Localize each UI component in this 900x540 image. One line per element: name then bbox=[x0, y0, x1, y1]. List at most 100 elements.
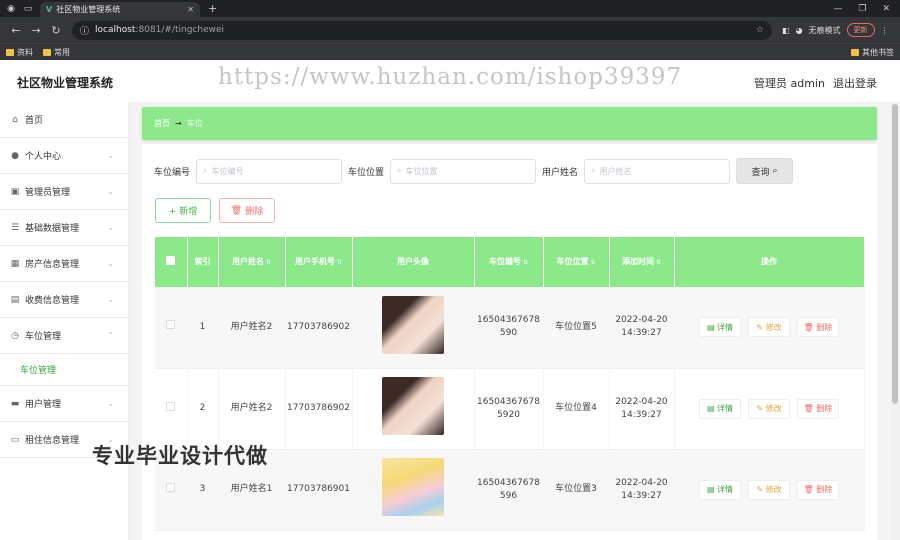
sidebar-item-house[interactable]: ▦ 房产信息管理 ⌄ bbox=[0, 246, 128, 282]
col-header-phone[interactable]: 用户手机号 ⇅ bbox=[285, 237, 353, 287]
sidebar-item-home[interactable]: ⌂ 首页 bbox=[0, 102, 128, 138]
info-icon[interactable]: ⓘ bbox=[80, 24, 89, 37]
sidebar-item-profile[interactable]: ● 个人中心 ⌄ bbox=[0, 138, 128, 174]
update-button[interactable]: 更新 bbox=[846, 23, 875, 37]
browser-tab[interactable]: V 社区物业管理系统 ✕ bbox=[40, 2, 200, 17]
cell-index: 1 bbox=[187, 287, 219, 369]
row-checkbox[interactable] bbox=[166, 401, 176, 411]
cell-phone: 17703786902 bbox=[285, 287, 353, 369]
content-panel: 车位编号 ⌕ 车位编号 车位位置 ⌕ 车位位置 用户姓名 ⌕ 用户姓名 查询 ⌕ + 新… bbox=[142, 144, 877, 540]
chevron-down-icon: ⌄ bbox=[107, 151, 114, 160]
cell-time: 2022-04-20 14:39:27 bbox=[609, 287, 675, 369]
detail-button[interactable]: ▤ 详情 bbox=[699, 398, 741, 419]
col-header-code[interactable]: 车位编号 ⇅ bbox=[474, 237, 544, 287]
main-content: 首页 → 车位 车位编号 ⌕ 车位编号 车位位置 ⌕ 车位位置 用户姓名 ⌕ 用户姓名… bbox=[129, 102, 890, 540]
sidebar-item-basedata[interactable]: ☰ 基础数据管理 ⌄ bbox=[0, 210, 128, 246]
profile-label[interactable]: 无痕模式 bbox=[809, 25, 841, 36]
cell-ops: ▤ 详情 ✎ 修改 🗑 删除 bbox=[674, 287, 865, 369]
row-select-cell[interactable] bbox=[155, 368, 188, 450]
vue-logo-icon: V bbox=[46, 5, 53, 14]
cell-time: 2022-04-20 14:39:27 bbox=[609, 449, 675, 531]
search-input-code[interactable]: ⌕ 车位编号 bbox=[196, 158, 343, 184]
detail-button[interactable]: ▤ 详情 bbox=[699, 317, 741, 338]
delete-button[interactable]: 🗑 删除 bbox=[797, 479, 839, 500]
home-icon: ⌂ bbox=[12, 114, 18, 125]
browser-menu-icon[interactable]: ◉ bbox=[5, 3, 17, 15]
user-avatar-image[interactable] bbox=[382, 458, 444, 516]
col-header-time[interactable]: 添加时间 ⇅ bbox=[609, 237, 675, 287]
detail-button[interactable]: ▤ 详情 bbox=[699, 479, 741, 500]
incognito-icon: ◕ bbox=[795, 25, 803, 35]
back-icon[interactable]: ← bbox=[6, 24, 26, 37]
sidebar-item-parking[interactable]: ◷ 车位管理 ⌃ bbox=[0, 318, 128, 354]
other-bookmarks[interactable]: 其他书签 bbox=[851, 47, 894, 58]
edit-button[interactable]: ✎ 修改 bbox=[748, 479, 790, 500]
table-row: 2 用户姓名2 17703786902 165043676785920 车位位置… bbox=[155, 368, 865, 450]
search-input-position[interactable]: ⌕ 车位位置 bbox=[390, 158, 537, 184]
user-avatar-image[interactable] bbox=[382, 295, 444, 354]
row-checkbox[interactable] bbox=[166, 320, 176, 330]
query-button[interactable]: 查询 ⌕ bbox=[736, 158, 794, 184]
new-tab-icon[interactable]: + bbox=[208, 2, 217, 15]
select-all-cell[interactable] bbox=[155, 237, 188, 287]
search-input-username[interactable]: ⌕ 用户姓名 bbox=[584, 158, 731, 184]
parking-table: 索引 用户姓名 ⇅ 用户手机号 ⇅ 用户头像 车位编号 ⇅ 车位位置 ⇅ 添加时间 ⇅ 操… bbox=[155, 237, 865, 531]
row-checkbox[interactable] bbox=[166, 482, 176, 492]
scrollbar-thumb[interactable] bbox=[892, 104, 898, 404]
browser-more-icon[interactable]: ⋮ bbox=[881, 26, 889, 35]
add-button[interactable]: + 新增 bbox=[155, 198, 211, 223]
url-field[interactable]: ⓘ localhost :8081/#/tingchewei ☆ bbox=[72, 20, 772, 40]
url-path: :8081/#/tingchewei bbox=[135, 25, 224, 35]
sidebar-item-admin[interactable]: ▣ 管理员管理 ⌄ bbox=[0, 174, 128, 210]
sort-icon[interactable]: ⇅ bbox=[523, 259, 528, 266]
minimize-icon[interactable]: — bbox=[833, 4, 842, 14]
cell-position: 车位位置3 bbox=[543, 449, 610, 531]
trash-icon: 🗑 bbox=[230, 205, 243, 216]
sort-icon[interactable]: ⇅ bbox=[656, 259, 661, 266]
delete-button[interactable]: 🗑 删除 bbox=[797, 398, 839, 419]
bookmark-folder-2[interactable]: 常用 bbox=[43, 47, 70, 58]
tab-strip-icon[interactable]: ▭ bbox=[22, 3, 34, 15]
logout-link[interactable]: 退出登录 bbox=[833, 75, 877, 91]
col-header-name[interactable]: 用户姓名 ⇅ bbox=[218, 237, 286, 287]
delete-button[interactable]: 🗑 删除 bbox=[797, 317, 839, 338]
cell-ops: ▤ 详情 ✎ 修改 🗑 删除 bbox=[674, 368, 865, 450]
sort-icon[interactable]: ⇅ bbox=[266, 259, 271, 266]
pencil-icon: ✎ bbox=[756, 404, 764, 413]
breadcrumb-home[interactable]: 首页 bbox=[154, 118, 170, 129]
doc-icon: ▤ bbox=[706, 485, 715, 494]
sidepanel-icon[interactable]: ◧ bbox=[782, 26, 790, 35]
search-form: 车位编号 ⌕ 车位编号 车位位置 ⌕ 车位位置 用户姓名 ⌕ 用户姓名 查询 ⌕ bbox=[154, 158, 794, 184]
bookmarks-bar: 资料 常用 其他书签 bbox=[0, 43, 900, 60]
edit-button[interactable]: ✎ 修改 bbox=[748, 398, 790, 419]
sidebar-subitem-parking[interactable]: 车位管理 bbox=[0, 354, 128, 386]
forward-icon[interactable]: → bbox=[26, 24, 46, 37]
sidebar-item-fees[interactable]: ▤ 收费信息管理 ⌄ bbox=[0, 282, 128, 318]
folder-icon bbox=[43, 48, 51, 56]
reload-icon[interactable]: ↻ bbox=[46, 24, 66, 37]
cell-code: 165043676785920 bbox=[474, 368, 544, 450]
row-select-cell[interactable] bbox=[155, 287, 188, 369]
flag-icon: ▬ bbox=[10, 398, 20, 409]
chevron-down-icon: ⌄ bbox=[107, 295, 114, 304]
bookmark-star-icon[interactable]: ☆ bbox=[756, 25, 764, 35]
sort-icon[interactable]: ⇅ bbox=[337, 259, 342, 266]
close-window-icon[interactable]: ✕ bbox=[882, 4, 890, 14]
maximize-icon[interactable]: ❐ bbox=[858, 4, 866, 14]
sort-icon[interactable]: ⇅ bbox=[590, 259, 595, 266]
bookmark-folder-1[interactable]: 资料 bbox=[6, 47, 33, 58]
search-icon: ⌕ bbox=[203, 166, 208, 175]
user-avatar-image[interactable] bbox=[382, 377, 444, 435]
batch-delete-button[interactable]: 🗑 删除 bbox=[219, 198, 275, 223]
cell-name: 用户姓名2 bbox=[218, 368, 286, 450]
sidebar-item-users[interactable]: ▬ 用户管理 ⌄ bbox=[0, 386, 128, 422]
select-all-checkbox[interactable] bbox=[166, 255, 176, 265]
tab-close-icon[interactable]: ✕ bbox=[187, 5, 194, 14]
col-header-position[interactable]: 车位位置 ⇅ bbox=[543, 237, 610, 287]
cell-position: 车位位置4 bbox=[543, 368, 610, 450]
trash-icon: 🗑 bbox=[803, 322, 814, 332]
table-row: 1 用户姓名2 17703786902 16504367678590 车位位置5… bbox=[155, 287, 865, 369]
edit-button[interactable]: ✎ 修改 bbox=[748, 317, 790, 338]
doc-icon: ▤ bbox=[706, 322, 715, 332]
page-scrollbar[interactable] bbox=[890, 102, 900, 540]
